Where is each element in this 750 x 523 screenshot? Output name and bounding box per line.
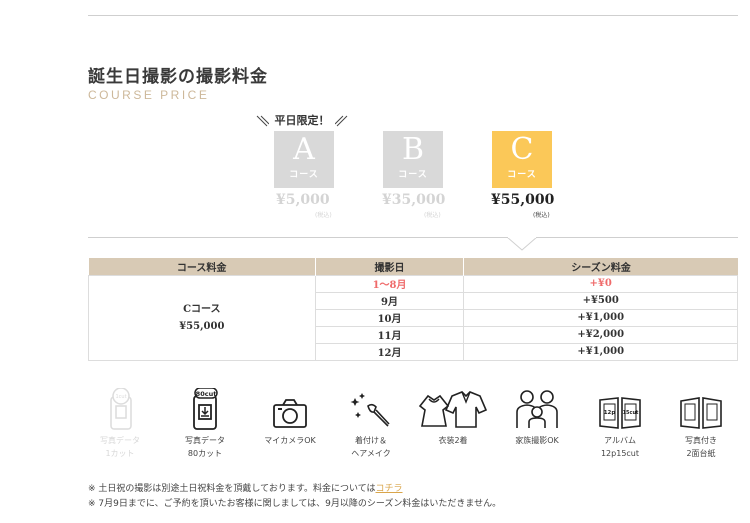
top-divider [88, 15, 738, 16]
course-c-label: コース [507, 170, 537, 180]
weekend-fee-link[interactable]: コチラ [376, 484, 403, 494]
course-b-price: ¥35,000 [382, 192, 446, 208]
album-pages-text: 12p [604, 410, 616, 416]
course-price: ¥55,000 [179, 320, 225, 332]
right-slash-decoration-icon [335, 115, 348, 127]
feature-photo-data-80cut: 80cut 写真データ 80カット [170, 388, 240, 460]
date-cell: 1〜8月 [314, 274, 465, 293]
date-cell: 9月 [314, 291, 465, 310]
course-b-label: コース [398, 170, 428, 180]
header-shoot-date: 撮影日 [315, 258, 465, 275]
feature-label: 衣装2着 [438, 436, 468, 445]
feature-sublabel: 2面台紙 [686, 449, 716, 458]
feature-two-costumes: 衣装2着 [418, 388, 488, 447]
feature-album: 12p 15cut アルバム 12p15cut [585, 388, 655, 460]
feature-dressing-hairmake: 着付け＆ ヘアメイク [336, 388, 406, 460]
course-b-tax: (税込) [424, 212, 441, 219]
album-cuts-text: 15cut [623, 410, 639, 416]
course-a-price: ¥5,000 [276, 192, 330, 208]
feature-photo-mount: 写真付き 2面台紙 [666, 388, 736, 460]
section-title: 誕生日撮影の撮影料金 [88, 67, 268, 87]
costumes-icon [418, 391, 488, 428]
course-a-card[interactable]: A コース [274, 131, 334, 188]
feature-label: 写真データ [100, 436, 140, 445]
course-divider [88, 237, 738, 238]
table-row: Cコース ¥55,000 1〜8月 +¥0 [88, 274, 738, 361]
feature-my-camera: マイカメラOK [255, 388, 325, 447]
fee-cell: +¥1,000 [463, 308, 738, 327]
feature-sublabel: ヘアメイク [351, 449, 391, 458]
selected-course-pointer-icon [507, 237, 537, 251]
feature-sublabel: 12p15cut [600, 449, 640, 458]
camera-icon [273, 399, 307, 428]
feature-sublabel: 80カット [187, 449, 223, 458]
feature-photo-data-1cut: 1cut 写真データ 1カット [85, 388, 155, 460]
weekend-fee-note: ※ 土日祝の撮影は別途土日祝料金を頂戴しております。料金についてはコチラ [88, 481, 403, 494]
fee-cell: +¥2,000 [463, 325, 738, 344]
course-cell: Cコース ¥55,000 [88, 274, 316, 361]
course-c-price: ¥55,000 [491, 192, 555, 208]
section-subtitle: COURSE PRICE [88, 88, 210, 102]
feature-sublabel: 1カット [105, 449, 135, 458]
badge-80cut-text: 80cut [196, 390, 217, 398]
album-icon: 12p 15cut [599, 397, 641, 429]
course-a-tax: (税込) [315, 212, 332, 219]
date-cell: 10月 [314, 308, 465, 327]
feature-family-photo: 家族撮影OK [502, 388, 572, 447]
weekend-fee-note-text: ※ 土日祝の撮影は別途土日祝料金を頂戴しております。料金については [88, 484, 376, 494]
feature-label: 家族撮影OK [515, 436, 559, 445]
course-c-tax: (税込) [533, 212, 550, 219]
feature-label: アルバム [604, 436, 636, 445]
date-cell: 12月 [314, 342, 465, 361]
fee-cell: +¥0 [463, 274, 738, 293]
header-season-fee: シーズン料金 [463, 258, 738, 275]
smartphone-80cut-icon: 80cut [193, 388, 218, 430]
feature-label: マイカメラOK [264, 436, 316, 445]
season-fee-note: ※ 7月9日までに、ご予約を頂いたお客様に関しましては、9月以降のシーズン料金は… [88, 499, 502, 509]
course-c-card[interactable]: C コース [492, 131, 552, 188]
date-cell: 11月 [314, 325, 465, 344]
header-course-fee: コース料金 [88, 258, 316, 275]
weekday-limited-label: 平日限定！ [255, 112, 349, 130]
course-b-card[interactable]: B コース [383, 131, 443, 188]
fee-cell: +¥1,000 [463, 342, 738, 361]
photo-mount-icon [680, 397, 722, 429]
badge-1cut-text: 1cut [115, 394, 126, 400]
course-c-letter: C [510, 132, 534, 167]
feature-label: 着付け＆ [355, 436, 387, 445]
makeup-brush-icon [350, 393, 390, 427]
course-b-letter: B [401, 132, 425, 167]
season-price-table: コース料金 撮影日 シーズン料金 Cコース ¥55,000 1〜8月 +¥0 9… [88, 258, 738, 361]
feature-label: 写真付き [685, 436, 717, 445]
course-name: Cコース [183, 303, 221, 315]
family-icon [516, 390, 558, 428]
feature-label: 写真データ [185, 436, 225, 445]
course-a-label: コース [289, 170, 319, 180]
left-slash-decoration-icon [256, 115, 269, 127]
course-a-letter: A [293, 132, 315, 167]
fee-cell: +¥500 [463, 291, 738, 310]
smartphone-1cut-icon: 1cut [110, 388, 132, 430]
weekday-limited-text: 平日限定！ [274, 114, 330, 127]
